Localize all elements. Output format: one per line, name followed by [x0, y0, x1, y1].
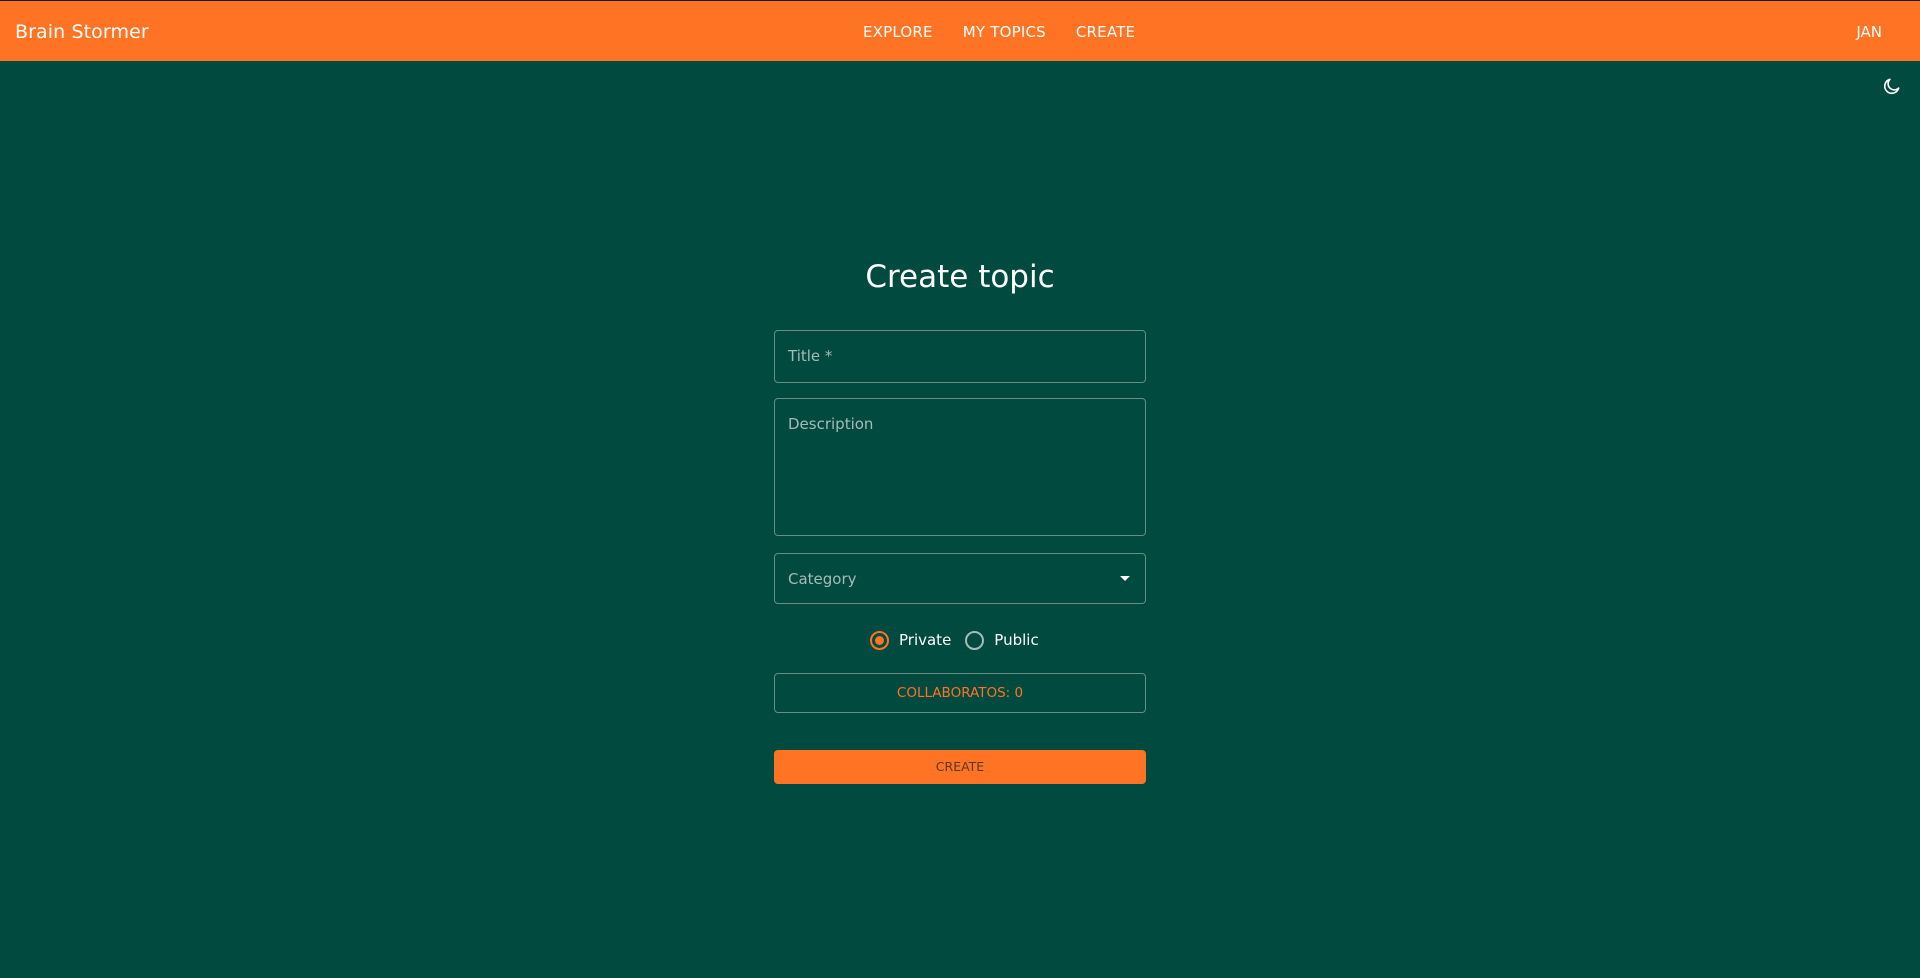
- title-field[interactable]: Title *: [774, 330, 1146, 383]
- category-select[interactable]: Category: [774, 553, 1146, 604]
- app-title[interactable]: Brain Stormer: [15, 21, 149, 43]
- radio-unchecked-icon[interactable]: [965, 630, 985, 650]
- create-topic-button[interactable]: CREATE: [774, 750, 1146, 784]
- theme-toggle-button[interactable]: [1882, 76, 1902, 96]
- radio-checked-icon[interactable]: [870, 630, 889, 650]
- user-menu-button[interactable]: JAN: [1856, 23, 1882, 41]
- category-select-label: Category: [788, 570, 857, 588]
- nav-my-topics[interactable]: MY TOPICS: [963, 23, 1046, 41]
- nav-create[interactable]: CREATE: [1076, 23, 1135, 41]
- create-topic-form: Create topic Title * Description Categor…: [774, 255, 1146, 784]
- nav-explore[interactable]: EXPLORE: [863, 23, 933, 41]
- radio-public-label: Public: [994, 631, 1039, 649]
- radio-public[interactable]: Public: [965, 630, 1039, 650]
- description-field-label: Description: [788, 415, 874, 433]
- visibility-radio-group: Private Public: [870, 628, 1053, 652]
- moon-icon: [1883, 78, 1900, 95]
- top-app-bar: Brain Stormer EXPLORE MY TOPICS CREATE J…: [0, 0, 1920, 61]
- radio-private[interactable]: Private: [870, 630, 952, 650]
- chevron-down-icon: [1120, 576, 1130, 581]
- page-title: Create topic: [865, 259, 1055, 295]
- main-nav: EXPLORE MY TOPICS CREATE: [863, 23, 1135, 41]
- radio-private-label: Private: [899, 631, 952, 649]
- description-field[interactable]: Description: [774, 398, 1146, 536]
- collaborators-button[interactable]: COLLABORATOS: 0: [774, 673, 1146, 713]
- title-field-label: Title *: [788, 347, 833, 365]
